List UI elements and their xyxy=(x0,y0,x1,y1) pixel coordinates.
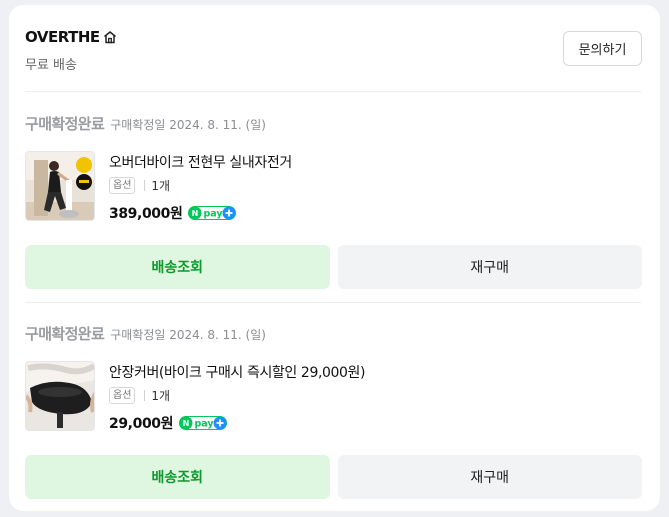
npay-icon: N pay xyxy=(188,206,237,220)
product-thumbnail[interactable] xyxy=(25,151,95,221)
product-name[interactable]: 오버더바이크 전현무 실내자전거 xyxy=(109,152,292,172)
price: 29,000원 xyxy=(109,416,174,432)
option-badge: 옵션 xyxy=(109,177,136,194)
order-status: 구매확정완료 xyxy=(25,325,105,343)
confirm-date: 구매확정일 2024. 8. 11. (일) xyxy=(110,328,266,342)
store-name-row[interactable]: OVERTHE xyxy=(25,26,118,48)
divider xyxy=(25,91,641,92)
action-buttons: 배송조회 재구매 xyxy=(25,245,642,289)
reorder-button[interactable]: 재구매 xyxy=(337,245,642,289)
action-buttons: 배송조회 재구매 xyxy=(25,455,642,499)
order-item-2: 구매확정완료 구매확정일 2024. 8. 11. (일) 안장커버(바이크 구… xyxy=(25,323,642,499)
reorder-button[interactable]: 재구매 xyxy=(337,455,642,499)
order-card: OVERTHE 무료 배송 문의하기 구매확정완료 구매확정일 2024. 8.… xyxy=(9,5,660,511)
product-thumbnail[interactable] xyxy=(25,361,95,431)
svg-text:N: N xyxy=(192,209,199,218)
confirm-date: 구매확정일 2024. 8. 11. (일) xyxy=(110,118,266,132)
quantity: 1개 xyxy=(151,389,171,403)
price: 389,000원 xyxy=(109,206,183,222)
svg-text:pay: pay xyxy=(195,419,215,430)
status-row: 구매확정완료 구매확정일 2024. 8. 11. (일) xyxy=(25,113,642,133)
divider xyxy=(25,302,641,303)
option-badge: 옵션 xyxy=(109,387,136,404)
price-row: 389,000원 N pay xyxy=(109,203,237,223)
product-row[interactable]: 오버더바이크 전현무 실내자전거 옵션 1개 389,000원 N pay xyxy=(25,151,642,223)
svg-text:pay: pay xyxy=(204,209,224,220)
quantity: 1개 xyxy=(151,179,171,193)
svg-text:N: N xyxy=(183,419,190,428)
npay-icon: N pay xyxy=(179,416,228,430)
store-name[interactable]: OVERTHE xyxy=(25,28,100,46)
status-row: 구매확정완료 구매확정일 2024. 8. 11. (일) xyxy=(25,323,642,343)
price-row: 29,000원 N pay xyxy=(109,413,228,433)
option-row: 옵션 1개 xyxy=(109,387,170,404)
separator xyxy=(144,180,146,191)
separator xyxy=(144,390,146,401)
track-delivery-button[interactable]: 배송조회 xyxy=(25,245,330,289)
inquiry-button[interactable]: 문의하기 xyxy=(563,31,642,66)
product-name[interactable]: 안장커버(바이크 구매시 즉시할인 29,000원) xyxy=(109,362,365,382)
store-header: OVERTHE 무료 배송 xyxy=(25,26,118,73)
track-delivery-button[interactable]: 배송조회 xyxy=(25,455,330,499)
product-row[interactable]: 안장커버(바이크 구매시 즉시할인 29,000원) 옵션 1개 29,000원… xyxy=(25,361,642,433)
order-item-1: 구매확정완료 구매확정일 2024. 8. 11. (일) 오버더바이크 전현무… xyxy=(25,113,642,289)
order-status: 구매확정완료 xyxy=(25,115,105,133)
shipping-note: 무료 배송 xyxy=(25,58,77,73)
home-icon[interactable] xyxy=(102,29,118,45)
option-row: 옵션 1개 xyxy=(109,177,170,194)
